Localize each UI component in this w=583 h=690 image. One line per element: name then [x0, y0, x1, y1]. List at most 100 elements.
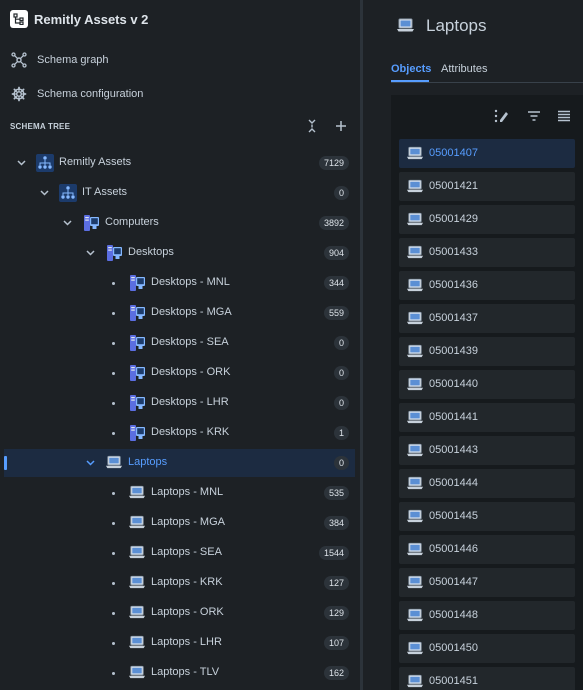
- tree-row[interactable]: Laptops - SEA 1544: [4, 539, 355, 567]
- tree-row[interactable]: Desktops - MGA 559: [4, 299, 355, 327]
- bullet-icon: [112, 312, 115, 315]
- object-label: 05001446: [429, 543, 478, 555]
- tree-row[interactable]: Computers 3892: [4, 209, 355, 237]
- bullet-icon: [112, 642, 115, 645]
- object-label: 05001433: [429, 246, 478, 258]
- chevron-down-icon[interactable]: [85, 458, 95, 468]
- tab-objects[interactable]: Objects: [391, 63, 431, 75]
- schema-tree-header: SCHEMA TREE: [10, 116, 350, 136]
- tree-row[interactable]: Laptops - MNL 535: [4, 479, 355, 507]
- tree-row-label: Desktops - KRK: [151, 426, 230, 438]
- laptop-icon: [406, 508, 424, 524]
- tree-row-label: Laptops - MNL: [151, 486, 224, 498]
- edit-columns-icon[interactable]: [493, 108, 511, 124]
- object-row[interactable]: 05001407: [399, 139, 575, 168]
- chevron-down-icon[interactable]: [16, 158, 26, 168]
- object-row[interactable]: 05001437: [399, 304, 575, 333]
- object-label: 05001439: [429, 345, 478, 357]
- laptop-icon: [396, 17, 415, 36]
- nav-schema-graph[interactable]: Schema graph: [10, 50, 109, 70]
- object-row[interactable]: 05001439: [399, 337, 575, 366]
- object-row[interactable]: 05001448: [399, 601, 575, 630]
- tree-row[interactable]: Laptops - MGA 384: [4, 509, 355, 537]
- laptop-icon: [406, 178, 424, 194]
- object-row[interactable]: 05001436: [399, 271, 575, 300]
- tree-row-label: Desktops - SEA: [151, 336, 229, 348]
- collapse-all-icon[interactable]: [303, 117, 321, 135]
- add-icon[interactable]: [332, 117, 350, 135]
- tree-row[interactable]: Desktops 904: [4, 239, 355, 267]
- count-badge: 1: [333, 426, 349, 440]
- tree-row[interactable]: Laptops - ORK 129: [4, 599, 355, 627]
- tree-row[interactable]: Laptops - TLV 162: [4, 659, 355, 687]
- tree-row-label: Laptops - LHR: [151, 636, 222, 648]
- count-badge: 0: [333, 396, 349, 410]
- object-row[interactable]: 05001433: [399, 238, 575, 267]
- object-label: 05001448: [429, 609, 478, 621]
- object-row[interactable]: 05001450: [399, 634, 575, 663]
- hierarchy-icon: [36, 154, 54, 172]
- tree-row[interactable]: Remitly Assets 7129: [4, 149, 355, 177]
- list-view-icon[interactable]: [555, 108, 573, 124]
- chevron-down-icon[interactable]: [62, 218, 72, 228]
- tree-row[interactable]: IT Assets 0: [4, 179, 355, 207]
- tree-row[interactable]: Desktops - SEA 0: [4, 329, 355, 357]
- count-badge: 1544: [318, 546, 349, 560]
- app-title: Remitly Assets v 2: [34, 11, 149, 27]
- tab-attributes[interactable]: Attributes: [441, 63, 487, 75]
- tree-row-label: Computers: [105, 216, 159, 228]
- tree-row[interactable]: Laptops - KRK 127: [4, 569, 355, 597]
- object-row[interactable]: 05001446: [399, 535, 575, 564]
- object-row[interactable]: 05001440: [399, 370, 575, 399]
- nav-schema-configuration[interactable]: Schema configuration: [10, 84, 143, 104]
- tree-row[interactable]: Desktops - ORK 0: [4, 359, 355, 387]
- tree-row[interactable]: Laptops - LHR 107: [4, 629, 355, 657]
- computer-icon: [128, 394, 146, 412]
- tree-row[interactable]: Laptops 0: [4, 449, 355, 477]
- laptop-icon: [128, 514, 146, 532]
- active-tab-indicator: [391, 80, 429, 82]
- object-label: 05001437: [429, 312, 478, 324]
- bullet-icon: [112, 402, 115, 405]
- object-row[interactable]: 05001443: [399, 436, 575, 465]
- count-badge: 7129: [318, 156, 349, 170]
- object-row[interactable]: 05001451: [399, 667, 575, 690]
- bullet-icon: [112, 282, 115, 285]
- object-row[interactable]: 05001429: [399, 205, 575, 234]
- count-badge: 559: [323, 306, 349, 320]
- object-row[interactable]: 05001444: [399, 469, 575, 498]
- laptop-icon: [406, 640, 424, 656]
- laptop-icon: [128, 634, 146, 652]
- object-label: 05001441: [429, 411, 478, 423]
- filter-icon[interactable]: [525, 108, 543, 124]
- bullet-icon: [112, 672, 115, 675]
- laptop-icon: [406, 673, 424, 689]
- app-logo-icon: [10, 10, 28, 28]
- tree-row[interactable]: Desktops - KRK 1: [4, 419, 355, 447]
- app-header: Remitly Assets v 2: [10, 9, 148, 29]
- tree-row-label: Desktops: [128, 246, 174, 258]
- bullet-icon: [112, 522, 115, 525]
- chevron-down-icon[interactable]: [85, 248, 95, 258]
- laptop-icon: [406, 310, 424, 326]
- object-row[interactable]: 05001447: [399, 568, 575, 597]
- laptop-icon: [406, 376, 424, 392]
- tree-row[interactable]: Desktops - LHR 0: [4, 389, 355, 417]
- bullet-icon: [112, 612, 115, 615]
- tree-row-label: Laptops - ORK: [151, 606, 224, 618]
- computer-icon: [128, 424, 146, 442]
- computer-icon: [128, 364, 146, 382]
- object-row[interactable]: 05001441: [399, 403, 575, 432]
- count-badge: 129: [323, 606, 349, 620]
- computer-icon: [128, 304, 146, 322]
- object-row[interactable]: 05001421: [399, 172, 575, 201]
- object-row[interactable]: 05001445: [399, 502, 575, 531]
- main-panel: Laptops Objects Attributes 05001407 05001…: [363, 0, 583, 690]
- object-label: 05001450: [429, 642, 478, 654]
- object-label: 05001444: [429, 477, 478, 489]
- tree-row-label: Desktops - MGA: [151, 306, 232, 318]
- laptop-icon: [128, 574, 146, 592]
- chevron-down-icon[interactable]: [39, 188, 49, 198]
- laptop-icon: [406, 343, 424, 359]
- tree-row[interactable]: Desktops - MNL 344: [4, 269, 355, 297]
